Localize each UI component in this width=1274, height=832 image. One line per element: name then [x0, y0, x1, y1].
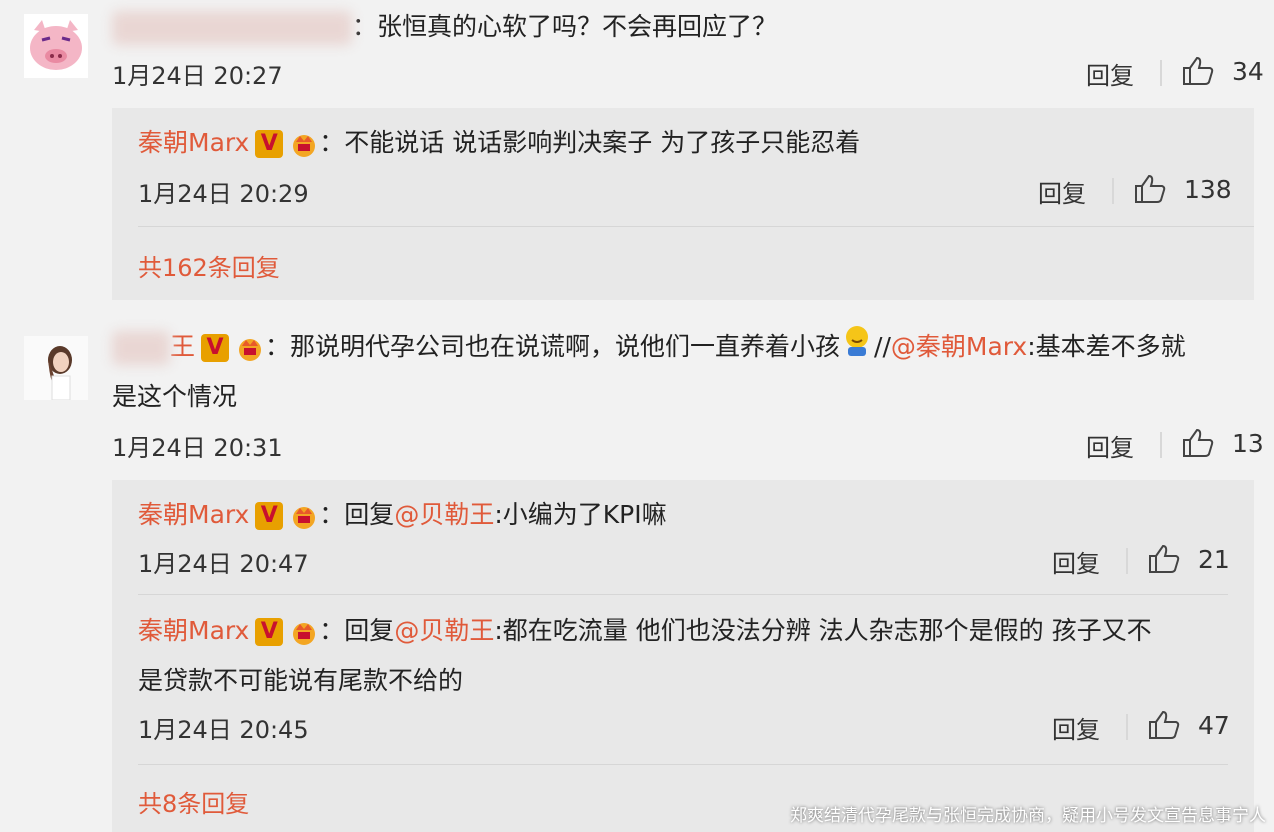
divider	[1112, 178, 1114, 204]
comment-1-body: ：张恒真的心软了吗？不会再回应了？	[112, 2, 777, 52]
reply-2-mention[interactable]: @贝勒王	[394, 500, 494, 529]
pig-avatar-icon	[30, 20, 82, 70]
comment-2-like-button[interactable]: 13	[1182, 428, 1264, 458]
reply-2-user[interactable]: 秦朝Marx	[138, 500, 249, 529]
reply-2-like-count: 21	[1198, 544, 1230, 574]
crown-badge-icon	[235, 334, 265, 362]
verified-v-icon: V	[201, 334, 230, 362]
reply-3-mention[interactable]: @贝勒王	[394, 616, 494, 645]
verified-v-icon: V	[255, 618, 284, 646]
divider	[1160, 432, 1162, 458]
comment-2-text-c: :基本差不多就	[1027, 332, 1186, 361]
girl-avatar-icon	[24, 336, 88, 400]
more-replies-link-1[interactable]: 共162条回复	[138, 248, 280, 283]
reply-1-like-button[interactable]: 138	[1134, 174, 1232, 204]
avatar-pig[interactable]	[24, 14, 88, 78]
more-replies-link-2[interactable]: 共8条回复	[138, 784, 249, 819]
reply-box-1-divider	[138, 226, 1254, 227]
comment-1-like-button[interactable]: 34	[1182, 56, 1264, 86]
reply-2-prefix: ：回复	[319, 500, 395, 529]
reply-2-date: 1月24日 20:47	[138, 550, 309, 578]
crown-badge-icon	[289, 618, 319, 646]
shrug-emoji-icon	[840, 323, 874, 374]
reply-3-text: :都在吃流量 他们也没法分辨 法人杂志那个是假的 孩子又不	[494, 616, 1152, 645]
comment-2-date: 1月24日 20:31	[112, 434, 283, 462]
reply-2-reply-button[interactable]: 回复	[1052, 544, 1100, 579]
username-blurred[interactable]	[112, 11, 352, 45]
comment-2-reply-button[interactable]: 回复	[1086, 428, 1134, 463]
comment-2-like-count: 13	[1232, 428, 1264, 458]
reply-2-like-button[interactable]: 21	[1148, 544, 1230, 574]
reply-3-text-line-2: 是贷款不可能说有尾款不给的	[138, 666, 464, 695]
thumbs-up-icon	[1135, 174, 1166, 203]
username-blurred[interactable]	[112, 331, 170, 365]
comment-2-user-suffix[interactable]: 王	[170, 332, 195, 361]
reply-1-text: ：不能说话 说话影响判决案子 为了孩子只能忍着	[319, 128, 861, 157]
reply-1-date: 1月24日 20:29	[138, 180, 309, 208]
reply-3-like-count: 47	[1198, 710, 1230, 740]
thumbs-up-icon	[1183, 56, 1214, 85]
thumbs-up-icon	[1183, 428, 1214, 457]
divider	[1126, 714, 1128, 740]
reply-box-2-divider-b	[138, 764, 1228, 765]
crown-badge-icon	[289, 130, 319, 158]
comment-1-reply-button[interactable]: 回复	[1086, 56, 1134, 91]
reply-2-body: 秦朝Marx V ：回复@贝勒王:小编为了KPI嘛	[138, 490, 667, 540]
reply-3-body: 秦朝Marx V ：回复@贝勒王:都在吃流量 他们也没法分辨 法人杂志那个是假的 孩…	[138, 606, 1152, 656]
verified-v-icon: V	[255, 130, 284, 158]
divider	[1160, 60, 1162, 86]
crown-badge-icon	[289, 502, 319, 530]
comment-2-body: 王 V ：那说明代孕公司也在说谎啊，说他们一直养着小孩 //@秦朝Marx:基本差不多…	[112, 322, 1186, 374]
reply-3-user[interactable]: 秦朝Marx	[138, 616, 249, 645]
reply-3-like-button[interactable]: 47	[1148, 710, 1230, 740]
reply-1-body: 秦朝Marx V ：不能说话 说话影响判决案子 为了孩子只能忍着	[138, 118, 860, 168]
reply-box-2-divider-a	[138, 594, 1228, 595]
comment-2-mention[interactable]: @秦朝Marx	[891, 332, 1027, 361]
comment-2-text-a: ：那说明代孕公司也在说谎啊，说他们一直养着小孩	[265, 332, 841, 361]
reply-3-date: 1月24日 20:45	[138, 716, 309, 744]
thumbs-up-icon	[1149, 710, 1180, 739]
reply-3-prefix: ：回复	[319, 616, 395, 645]
divider	[1126, 548, 1128, 574]
comment-2-text-line-2: 是这个情况	[112, 382, 238, 411]
comment-1-like-count: 34	[1232, 56, 1264, 86]
comment-1-date: 1月24日 20:27	[112, 62, 283, 90]
comment-2-text-b: //	[874, 332, 891, 361]
reply-1-like-count: 138	[1184, 174, 1232, 204]
reply-1-reply-button[interactable]: 回复	[1038, 174, 1086, 209]
avatar-girl[interactable]	[24, 336, 88, 400]
reply-1-user[interactable]: 秦朝Marx	[138, 128, 249, 157]
image-caption: 郑爽结清代孕尾款与张恒完成协商，疑用小号发文宣告息事宁人	[790, 806, 1266, 826]
reply-2-text: :小编为了KPI嘛	[494, 500, 667, 529]
thumbs-up-icon	[1149, 544, 1180, 573]
verified-v-icon: V	[255, 502, 284, 530]
reply-3-reply-button[interactable]: 回复	[1052, 710, 1100, 745]
comment-1-text: ：张恒真的心软了吗？不会再回应了？	[352, 12, 778, 41]
